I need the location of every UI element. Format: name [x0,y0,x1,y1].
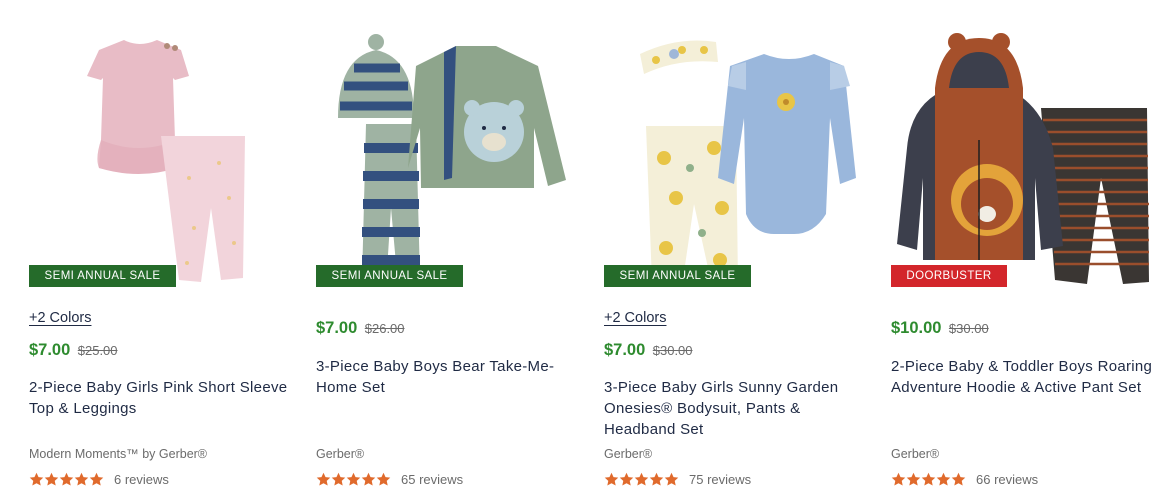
product-card[interactable]: SEMI ANNUAL SALE $7.00 $26.00 3-Piece Ba… [316,0,588,495]
price-row: $7.00 $26.00 [316,319,405,338]
product-image[interactable]: SEMI ANNUAL SALE [316,28,588,293]
product-brand: Gerber® [891,447,940,461]
sale-price: $10.00 [891,319,942,337]
product-title[interactable]: 3-Piece Baby Girls Sunny Garden Onesies®… [604,377,876,440]
star-icon [29,472,44,485]
price-row: $7.00 $25.00 [29,341,118,360]
more-colors-link[interactable]: +2 Colors [29,310,91,326]
star-icon [634,472,649,485]
rating[interactable]: 6 reviews [29,470,169,488]
sale-badge: SEMI ANNUAL SALE [316,265,463,287]
star-icon [74,472,89,485]
product-title[interactable]: 2-Piece Baby Girls Pink Short Sleeve Top… [29,377,301,419]
product-brand: Gerber® [316,447,365,461]
star-icon [921,472,936,485]
product-image[interactable]: SEMI ANNUAL SALE [604,28,876,293]
star-rating [316,472,391,487]
review-count[interactable]: 65 reviews [401,472,463,487]
price-row: $7.00 $30.00 [604,341,693,360]
sale-badge: SEMI ANNUAL SALE [29,265,176,287]
star-icon [376,472,391,485]
original-price: $25.00 [77,343,118,358]
star-icon [936,472,951,485]
star-icon [619,472,634,485]
sale-price: $7.00 [316,319,358,337]
original-price: $26.00 [364,321,405,336]
star-icon [346,472,361,485]
original-price: $30.00 [652,343,693,358]
star-rating [604,472,679,487]
product-card[interactable]: SEMI ANNUAL SALE +2 Colors $7.00 $25.00 … [29,0,301,495]
sale-badge: SEMI ANNUAL SALE [604,265,751,287]
star-icon [331,472,346,485]
rating[interactable]: 65 reviews [316,470,463,488]
product-brand: Modern Moments™ by Gerber® [29,447,208,461]
star-icon [44,472,59,485]
star-icon [649,472,664,485]
product-title[interactable]: 3-Piece Baby Boys Bear Take-Me-Home Set [316,356,588,398]
star-rating [891,472,966,487]
sale-price: $7.00 [604,341,646,359]
review-count[interactable]: 6 reviews [114,472,169,487]
product-brand: Gerber® [604,447,653,461]
product-image[interactable]: SEMI ANNUAL SALE [29,28,301,293]
star-icon [59,472,74,485]
rating[interactable]: 66 reviews [891,470,1038,488]
original-price: $30.00 [948,321,989,336]
sale-price: $7.00 [29,341,71,359]
product-card[interactable]: SEMI ANNUAL SALE +2 Colors $7.00 $30.00 … [604,0,876,495]
star-icon [361,472,376,485]
star-icon [951,472,966,485]
price-row: $10.00 $30.00 [891,319,989,338]
product-card[interactable]: DOORBUSTER $10.00 $30.00 2-Piece Baby & … [891,0,1163,495]
star-rating [29,472,104,487]
more-colors-link[interactable]: +2 Colors [604,310,666,326]
star-icon [891,472,906,485]
product-grid: SEMI ANNUAL SALE +2 Colors $7.00 $25.00 … [0,0,1171,495]
product-image[interactable]: DOORBUSTER [891,28,1163,293]
star-icon [604,472,619,485]
review-count[interactable]: 66 reviews [976,472,1038,487]
rating[interactable]: 75 reviews [604,470,751,488]
star-icon [316,472,331,485]
product-title[interactable]: 2-Piece Baby & Toddler Boys Roaring Adve… [891,356,1163,398]
doorbuster-badge: DOORBUSTER [891,265,1007,287]
star-icon [664,472,679,485]
star-icon [89,472,104,485]
star-icon [906,472,921,485]
review-count[interactable]: 75 reviews [689,472,751,487]
